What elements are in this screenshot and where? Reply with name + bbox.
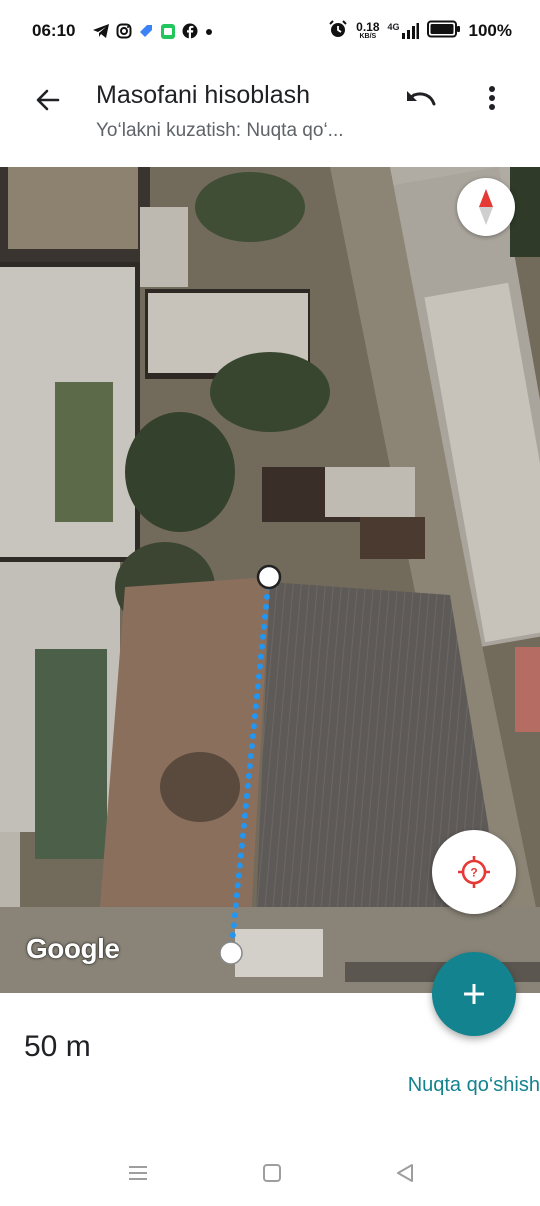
alarm-icon [328, 19, 348, 44]
distance-value: 50 m [24, 1030, 91, 1063]
add-point-button[interactable]: Nuqta qo‘shish [408, 1074, 540, 1097]
add-point-fab[interactable] [432, 952, 516, 1036]
plus-icon [464, 984, 484, 1004]
compass-button[interactable] [457, 178, 515, 236]
recents-icon [129, 1166, 147, 1180]
more-options-button[interactable] [472, 78, 512, 118]
signal-icon: 4G [388, 22, 419, 40]
system-status-icons: 0.18 KB/S 4G 100% [328, 18, 512, 44]
compass-icon [479, 189, 493, 225]
page-title: Masofani hisoblash [96, 81, 311, 109]
recents-button[interactable] [123, 1160, 153, 1186]
telegram-icon [92, 23, 110, 39]
home-button[interactable] [257, 1160, 287, 1186]
net-speed-value: 0.18 [356, 20, 380, 34]
battery-percent: 100% [468, 21, 512, 40]
path-start-point[interactable] [256, 564, 282, 590]
home-icon [263, 1164, 281, 1182]
page-subtitle: Yo‘lakni kuzatish: Nuqta qo‘... [96, 120, 344, 141]
notification-icons [92, 21, 214, 41]
battery-icon [426, 20, 461, 43]
satellite-map[interactable]: Google ? [0, 167, 540, 993]
undo-icon [407, 91, 436, 106]
app-bar: Masofani hisoblash Yo‘lakni kuzatish: Nu… [0, 62, 540, 167]
my-location-icon: ? [458, 856, 490, 888]
network-type: 4G [387, 22, 400, 32]
undo-button[interactable] [398, 78, 442, 118]
back-button[interactable] [28, 80, 68, 120]
dot-icon [204, 23, 214, 39]
status-bar: 06:10 0.18 KB/S 4G 100% [0, 0, 540, 62]
net-speed-unit: KB/S [359, 33, 377, 40]
svg-text:?: ? [470, 866, 477, 880]
more-vert-icon [489, 86, 495, 110]
my-location-button[interactable]: ? [432, 830, 516, 914]
app-icon [138, 23, 154, 39]
status-time: 06:10 [32, 21, 76, 40]
back-icon [397, 1164, 413, 1182]
nav-back-button[interactable] [390, 1160, 420, 1186]
facebook-icon [182, 23, 198, 39]
net-speed: 0.18 KB/S [356, 21, 379, 41]
path-end-point[interactable] [219, 941, 243, 965]
back-arrow-icon [36, 89, 60, 111]
google-attribution: Google [26, 933, 120, 964]
instagram-icon [116, 23, 132, 39]
app-icon [160, 22, 176, 40]
system-nav-bar [0, 1140, 540, 1206]
